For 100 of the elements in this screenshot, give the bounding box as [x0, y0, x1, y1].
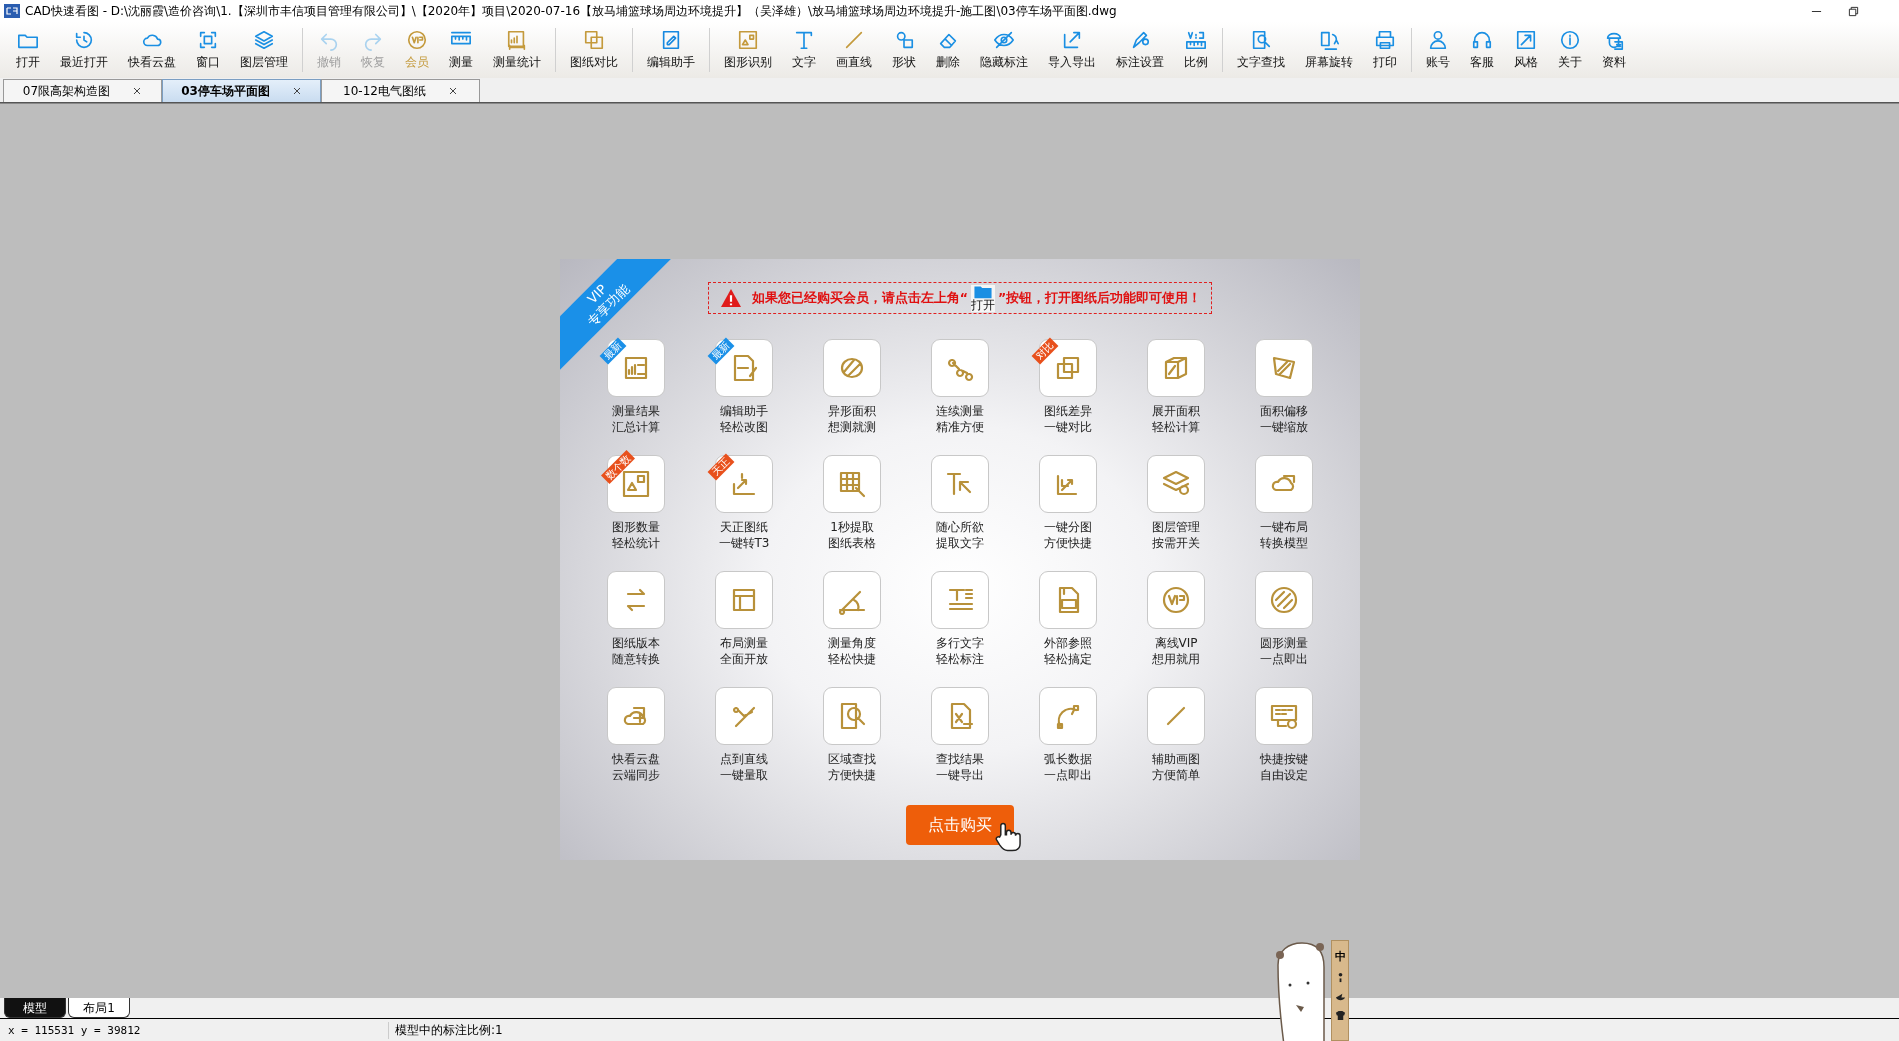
close-icon[interactable] [447, 86, 458, 96]
feature-tile[interactable] [1039, 687, 1097, 745]
toolbar-button[interactable]: 快看云盘 [118, 29, 186, 71]
toolbar-button[interactable]: 测量 [439, 29, 483, 71]
frame-icon [197, 29, 219, 51]
toolbar-button[interactable]: 标注设置 [1106, 29, 1174, 71]
toolbar-button[interactable]: 删除 [926, 29, 970, 71]
person-icon [1427, 29, 1449, 51]
close-icon[interactable] [132, 86, 143, 96]
toolbar-button[interactable]: 形状 [882, 29, 926, 71]
feature-label: 图纸差异 一键对比 [1044, 403, 1092, 435]
toolbar-button[interactable]: 文字 [782, 29, 826, 71]
toolbar-button[interactable]: 关于 [1548, 29, 1592, 71]
layout-tab[interactable]: 布局1 [68, 998, 130, 1018]
toolbar-button[interactable]: 客服 [1460, 29, 1504, 71]
feature-tile[interactable] [1255, 455, 1313, 513]
feature-tile[interactable] [1147, 571, 1205, 629]
feature-tile[interactable] [931, 687, 989, 745]
document-tab[interactable]: 10-12电气图纸 [321, 79, 480, 102]
feature-label: 布局测量 全面开放 [720, 635, 768, 667]
toolbar-button[interactable]: 账号 [1416, 29, 1460, 71]
document-tab[interactable]: 03停车场平面图 [162, 79, 321, 102]
feature-label: 编辑助手 轻松改图 [720, 403, 768, 435]
feature-tile[interactable] [607, 687, 665, 745]
feature-label: 天正图纸 一键转T3 [718, 519, 770, 551]
feature-tile[interactable] [823, 687, 881, 745]
feature-tile[interactable] [1147, 455, 1205, 513]
restore-icon[interactable] [1848, 5, 1859, 17]
feature-label: 快看云盘 云端同步 [612, 751, 660, 783]
feature-label: 1秒提取 图纸表格 [828, 519, 876, 551]
toolbar-button[interactable]: 打印 [1363, 29, 1407, 71]
scale-ruler-icon [1185, 29, 1207, 51]
feature-label: 随心所欲 提取文字 [936, 519, 984, 551]
toolbar-button[interactable]: 打开 [6, 29, 50, 71]
feature-tile[interactable] [607, 455, 665, 513]
feature-tile[interactable] [715, 687, 773, 745]
feature-tile[interactable] [1255, 687, 1313, 745]
tab-label: 10-12电气图纸 [343, 82, 426, 100]
toolbar-button[interactable]: 屏幕旋转 [1295, 29, 1363, 71]
toolbar-button[interactable]: 编辑助手 [637, 29, 705, 71]
feature-tile[interactable] [823, 455, 881, 513]
close-icon[interactable] [291, 86, 302, 96]
eye-slash-icon [993, 29, 1015, 51]
feature-label: 一键布局 转换模型 [1260, 519, 1308, 551]
toolbar-button[interactable]: 文字查找 [1227, 29, 1295, 71]
chart-icon [506, 29, 528, 51]
feature-tile[interactable] [1255, 339, 1313, 397]
toolbar-button[interactable]: 导入导出 [1038, 29, 1106, 71]
toolbar-button[interactable]: 测量统计 [483, 29, 551, 71]
feature-tile[interactable] [931, 339, 989, 397]
feature-label: 测量角度 轻松快捷 [828, 635, 876, 667]
feature-tile[interactable] [931, 571, 989, 629]
layers-icon [253, 29, 275, 51]
notice-text: 如果您已经购买会员，请点击左上角“ [751, 289, 968, 307]
toolbar-button[interactable]: 隐藏标注 [970, 29, 1038, 71]
export-icon [1061, 29, 1083, 51]
feature-label: 展开面积 轻松计算 [1152, 403, 1200, 435]
clock-icon [73, 29, 95, 51]
document-tab[interactable]: 07限高架构造图 [3, 79, 162, 102]
toolbar-button[interactable]: 图形识别 [714, 29, 782, 71]
feature-tile[interactable] [1039, 571, 1097, 629]
app-logo-icon [4, 3, 20, 19]
feature-tile[interactable] [823, 571, 881, 629]
feature-label: 多行文字 轻松标注 [936, 635, 984, 667]
feature-label: 离线VIP 想用就用 [1152, 635, 1200, 667]
cursor-coordinates: x = 115531 y = 39812 [7, 1023, 142, 1037]
text-icon [793, 29, 815, 51]
tab-label: 07限高架构造图 [22, 82, 111, 100]
feature-tile[interactable] [1255, 571, 1313, 629]
shirt-icon[interactable] [1334, 1010, 1346, 1021]
feature-label: 图纸版本 随意转换 [612, 635, 660, 667]
feature-label: 点到直线 一键量取 [720, 751, 768, 783]
shapes-icon [737, 29, 759, 51]
toolbar-button[interactable]: 窗口 [186, 29, 230, 71]
toolbar-button[interactable]: 资料 [1592, 29, 1636, 71]
toolbar-button[interactable]: 图纸对比 [560, 29, 628, 71]
feature-tile[interactable] [715, 571, 773, 629]
toolbar-button[interactable]: 最近打开 [50, 29, 118, 71]
toolbar-button[interactable]: 图层管理 [230, 29, 298, 71]
toolbar-button[interactable]: 风格 [1504, 29, 1548, 71]
input-method-bar[interactable]: 中 [1331, 940, 1349, 1041]
feature-label: 面积偏移 一键缩放 [1260, 403, 1308, 435]
feature-label: 区域查找 方便快捷 [828, 751, 876, 783]
toolbar-button[interactable]: 画直线 [826, 29, 882, 71]
overlapping-squares-icon [583, 29, 605, 51]
feature-tile[interactable] [1147, 687, 1205, 745]
feature-label: 圆形测量 一点即出 [1260, 635, 1308, 667]
feature-tile[interactable] [823, 339, 881, 397]
toolbar-button[interactable]: 比例 [1174, 29, 1218, 71]
feature-tile[interactable] [1039, 455, 1097, 513]
vip-badge-icon [406, 29, 428, 51]
open-button-illustration: 打开 [971, 284, 995, 312]
vip-icon [1160, 584, 1192, 616]
layout-tab[interactable]: 模型 [4, 998, 66, 1018]
bird-icon[interactable] [1334, 991, 1346, 1002]
feature-tile[interactable] [931, 455, 989, 513]
feature-label: 辅助画图 方便简单 [1152, 751, 1200, 783]
feature-tile[interactable] [607, 571, 665, 629]
feature-tile[interactable] [1147, 339, 1205, 397]
window-title: CAD快速看图 - D:\沈丽霞\造价咨询\1.【深圳市丰信项目管理有限公司】\【2020年】项目\2020-07-16【放马埔篮球场周边环境提升】（吴泽雄）\放马埔篮球场周边环境提升-施工图\03停车场平面图.dwg [25, 2, 1117, 20]
